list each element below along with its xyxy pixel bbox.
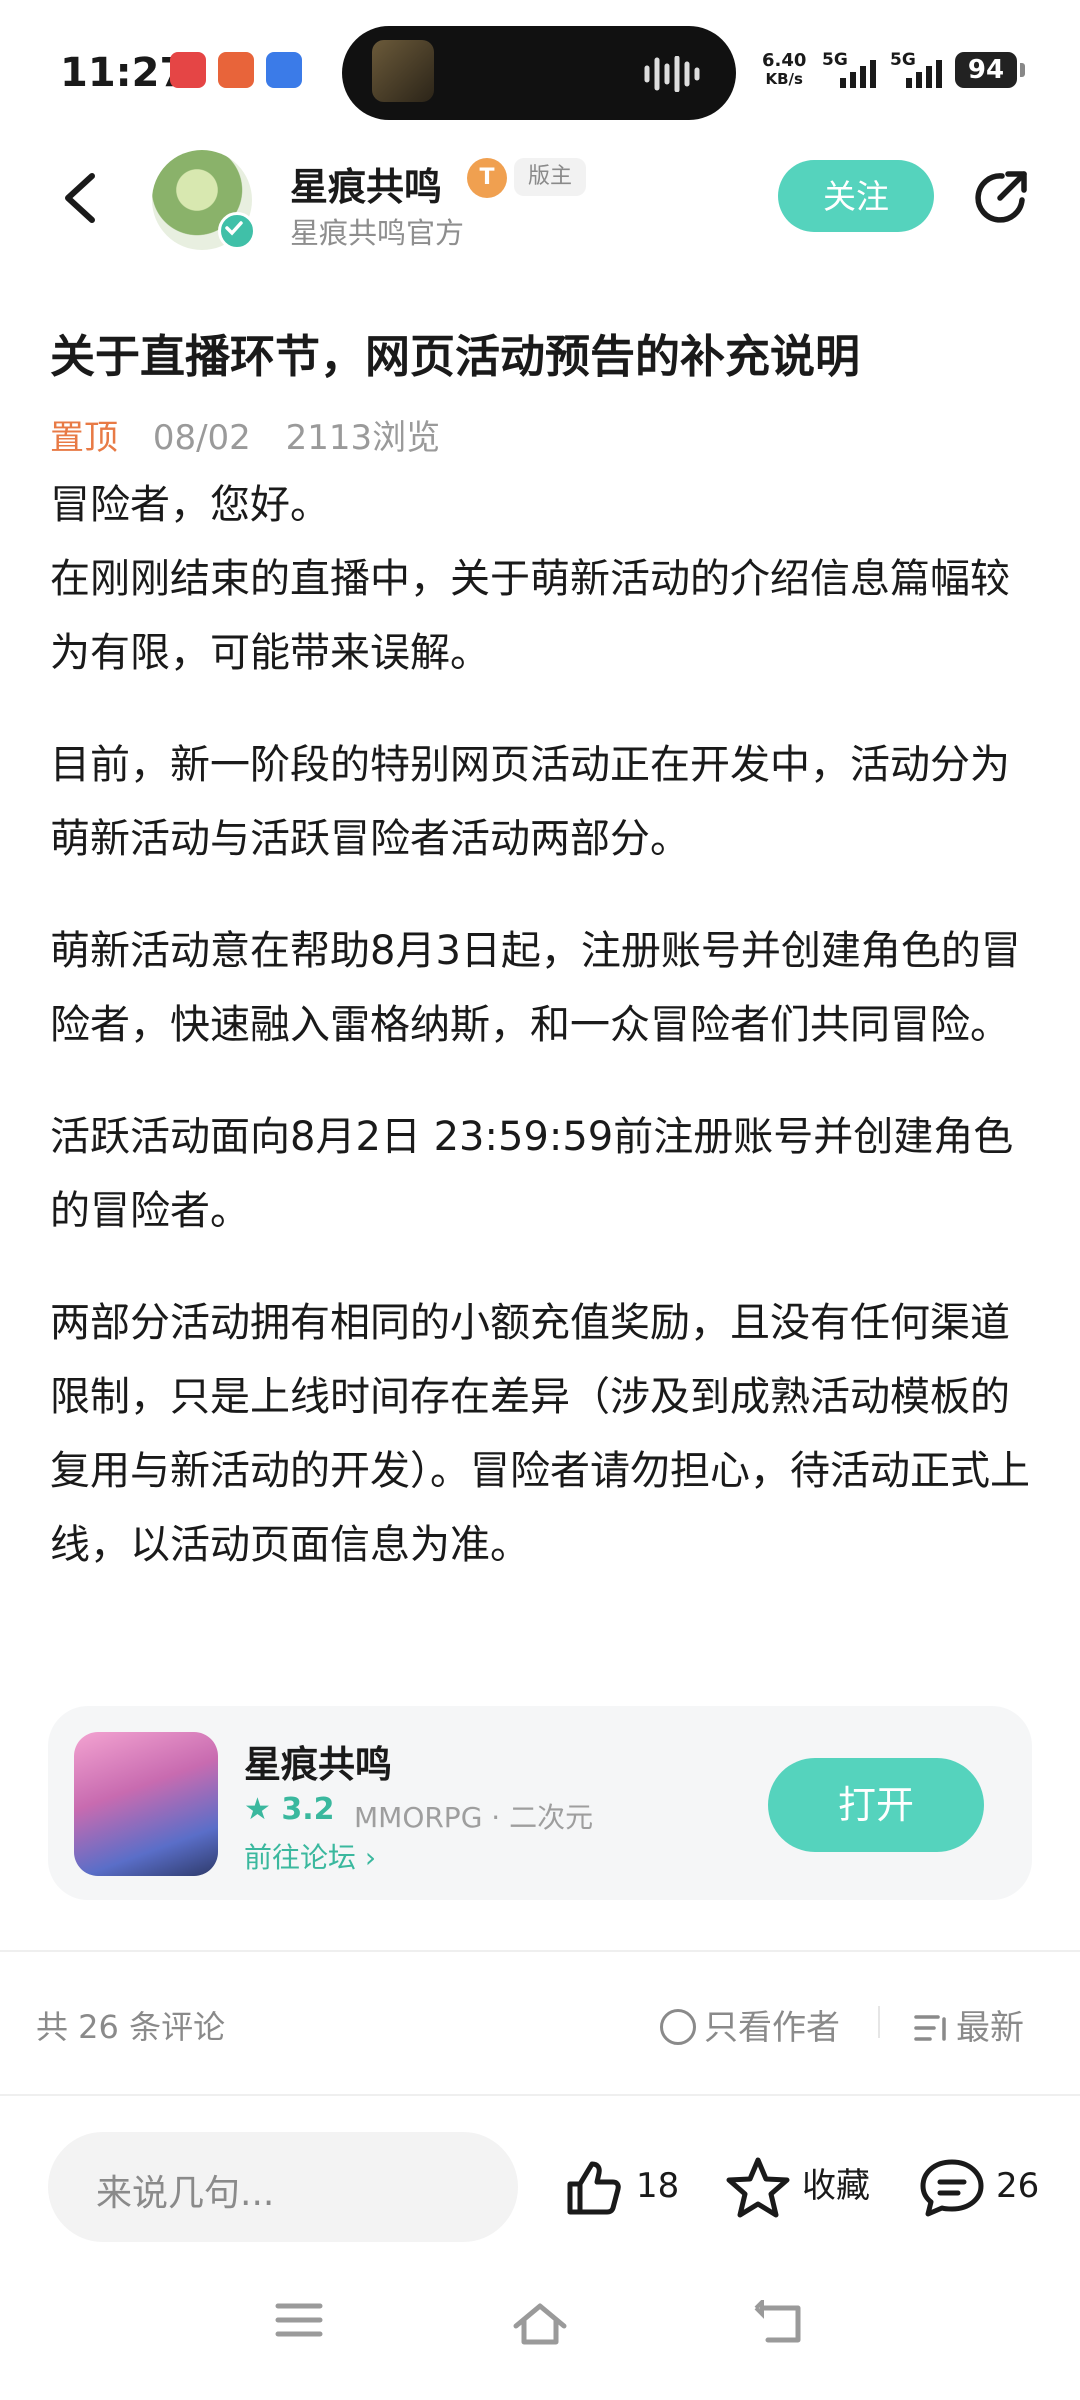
paragraph: 活跃活动面向8月2日 23:59:59前注册账号并创建角色的冒险者。 [50, 1114, 1014, 1234]
menu-icon[interactable] [274, 2300, 324, 2340]
notification-app-icon [266, 52, 302, 88]
star-icon: ★ [244, 1792, 271, 1827]
author-name[interactable]: 星痕共鸣 [290, 156, 442, 211]
divider [0, 1950, 1080, 1952]
paragraph: 在刚刚结束的直播中，关于萌新活动的介绍信息篇幅较为有限，可能带来误解。 [50, 556, 1010, 676]
author-subtitle: 星痕共鸣官方 [290, 216, 465, 250]
post-meta: 置顶 08/02 2113浏览 [50, 410, 440, 459]
audio-wave-icon [644, 56, 700, 92]
signal-icon [906, 60, 942, 88]
home-icon[interactable] [510, 2300, 570, 2348]
paragraph: 冒险者，您好。 [50, 482, 330, 528]
status-bar: 11:27 6.40 KB/s 5G 5G 94 [0, 0, 1080, 140]
comments-button[interactable]: 26 [918, 2148, 1039, 2224]
thumbs-up-icon [567, 2161, 621, 2214]
notification-app-icon [218, 52, 254, 88]
comment-input[interactable]: 来说几句... [48, 2132, 518, 2242]
notification-app-icon [170, 52, 206, 88]
game-name: 星痕共鸣 [244, 1743, 392, 1786]
forum-link[interactable]: 前往论坛 › [244, 1836, 376, 1876]
clock: 11:27 [60, 50, 188, 96]
paragraph: 萌新活动意在帮助8月3日起，注册账号并创建角色的冒险者，快速融入雷格纳斯，和一众… [50, 928, 1021, 1048]
post-date: 08/02 [152, 418, 251, 458]
network-speed: 6.40 KB/s [762, 50, 807, 89]
moderator-badge: 版主 [514, 158, 587, 196]
battery-icon: 94 [955, 52, 1025, 88]
share-icon[interactable] [970, 166, 1034, 230]
sort-button[interactable]: 最新 [914, 2000, 1024, 2049]
media-thumbnail [372, 40, 434, 102]
signal-icon [840, 60, 876, 88]
post-title: 关于直播环节，网页活动预告的补充说明 [50, 330, 861, 383]
chevron-right-icon: › [364, 1841, 377, 1874]
game-tags: MMORPG · 二次元 [354, 1801, 594, 1834]
divider [878, 2006, 880, 2038]
open-game-button[interactable]: 打开 [768, 1758, 984, 1852]
game-card[interactable]: 星痕共鸣 ★ 3.2 MMORPG · 二次元 前往论坛 › 打开 [48, 1706, 1032, 1900]
verified-icon [218, 212, 256, 250]
sort-icon [914, 2015, 946, 2041]
back-arrow-icon[interactable] [56, 168, 108, 228]
game-icon [74, 1732, 218, 1876]
comment-input-placeholder: 来说几句... [96, 2173, 275, 2214]
level-badge: T [467, 158, 507, 198]
follow-button[interactable]: 关注 [778, 160, 934, 232]
star-icon [726, 2157, 790, 2217]
paragraph: 目前，新一阶段的特别网页活动正在开发中，活动分为萌新活动与活跃冒险者活动两部分。 [50, 742, 1010, 862]
only-author-toggle[interactable]: 只看作者 [660, 2000, 840, 2049]
collect-button[interactable]: 收藏 [724, 2148, 870, 2224]
dynamic-island[interactable] [342, 26, 736, 120]
like-button[interactable]: 18 [562, 2148, 679, 2224]
paragraph: 两部分活动拥有相同的小额充值奖励，且没有任何渠道限制，只是上线时间存在差异（涉及… [50, 1300, 1030, 1568]
comment-bubble-icon [920, 2159, 984, 2216]
divider [0, 2094, 1080, 2096]
game-rating: ★ 3.2 [244, 1792, 335, 1827]
radio-icon [660, 2009, 696, 2045]
view-count: 2113浏览 [285, 418, 441, 458]
comment-count: 共 26 条评论 [36, 2008, 226, 2046]
pinned-label: 置顶 [50, 418, 118, 458]
post-body: 冒险者，您好。 在刚刚结束的直播中，关于萌新活动的介绍信息篇幅较为有限，可能带来… [50, 468, 1040, 1620]
back-nav-icon[interactable] [752, 2300, 808, 2348]
